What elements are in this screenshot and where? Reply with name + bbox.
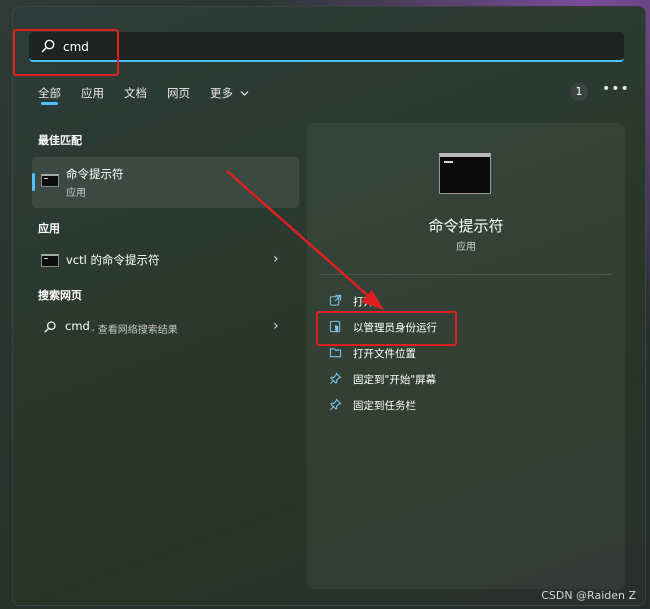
section-title-best-match: 最佳匹配	[38, 134, 82, 147]
web-query-suffix: - 查看网络搜索结果	[91, 325, 178, 336]
chevron-right-icon: ›	[273, 318, 279, 334]
best-match-title: 命令提示符	[66, 167, 124, 181]
best-match-item[interactable]: 命令提示符 应用	[32, 157, 299, 208]
search-icon	[44, 321, 56, 333]
tab-all[interactable]: 全部	[38, 85, 61, 105]
action-label: 固定到"开始"屏幕	[353, 374, 437, 386]
action-run-as-admin[interactable]: 以管理员身份运行	[329, 319, 529, 337]
action-pin-to-taskbar[interactable]: 固定到任务栏	[329, 397, 529, 415]
tab-apps[interactable]: 应用	[81, 85, 104, 101]
folder-icon	[329, 348, 342, 358]
best-match-subtitle: 应用	[66, 188, 86, 199]
action-label: 打开文件位置	[353, 348, 416, 360]
list-item-vctl[interactable]: vctl 的命令提示符 ›	[32, 247, 299, 273]
divider	[320, 274, 612, 275]
command-prompt-large-icon	[439, 153, 491, 194]
action-label: 打开	[353, 296, 374, 308]
tab-more[interactable]: 更多	[210, 85, 249, 101]
action-open-file-location[interactable]: 打开文件位置	[329, 345, 529, 363]
more-options-icon[interactable]: •••	[602, 81, 630, 97]
detail-title: 命令提示符	[428, 217, 504, 235]
list-item-web-search[interactable]: cmd - 查看网络搜索结果 ›	[32, 314, 299, 340]
action-label: 固定到任务栏	[353, 400, 416, 412]
pin-icon	[330, 372, 342, 384]
tab-documents[interactable]: 文档	[124, 85, 147, 101]
chevron-down-icon	[240, 91, 249, 96]
section-title-apps: 应用	[38, 222, 60, 235]
open-external-icon	[329, 294, 342, 306]
command-prompt-icon	[41, 174, 59, 187]
search-input[interactable]	[61, 36, 605, 58]
notification-badge[interactable]: 1	[570, 83, 588, 101]
section-title-web: 搜索网页	[38, 289, 82, 302]
app-item-label: vctl 的命令提示符	[66, 253, 160, 267]
admin-shield-icon	[329, 320, 341, 333]
action-open[interactable]: 打开	[329, 293, 529, 311]
web-query: cmd	[65, 319, 90, 333]
search-box[interactable]	[29, 32, 624, 62]
pin-icon	[330, 398, 342, 410]
search-icon	[41, 39, 55, 53]
watermark: CSDN @Raiden Z	[541, 589, 636, 602]
command-prompt-icon	[41, 254, 59, 267]
tab-web[interactable]: 网页	[167, 85, 190, 101]
chevron-right-icon: ›	[273, 251, 279, 267]
detail-subtitle: 应用	[456, 242, 476, 253]
selection-indicator	[32, 173, 35, 191]
action-pin-to-start[interactable]: 固定到"开始"屏幕	[329, 371, 529, 389]
action-label: 以管理员身份运行	[353, 322, 437, 334]
